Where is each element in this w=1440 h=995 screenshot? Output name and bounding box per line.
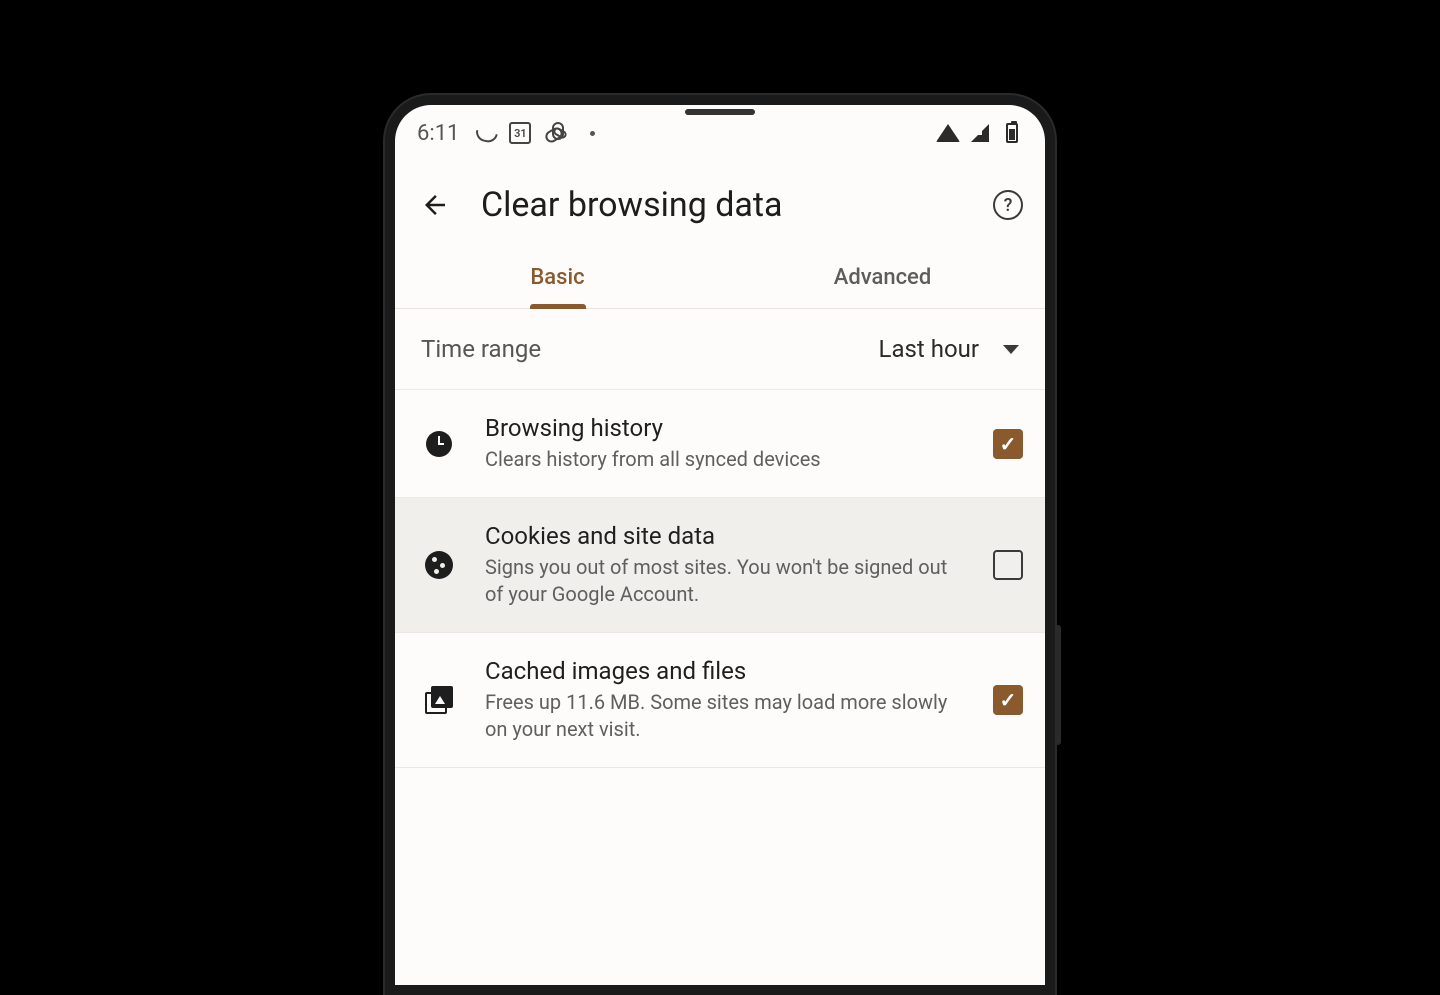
chevron-down-icon bbox=[1003, 345, 1019, 354]
row-desc: Clears history from all synced devices bbox=[485, 446, 969, 473]
more-notifications-dot-icon bbox=[581, 122, 603, 144]
arrow-left-icon bbox=[420, 190, 450, 220]
cookie-icon bbox=[417, 551, 461, 579]
checkbox-cached-images[interactable]: ✓ bbox=[993, 685, 1023, 715]
time-range-row: Time range Last hour bbox=[395, 309, 1045, 390]
time-range-dropdown[interactable]: Last hour bbox=[879, 335, 1019, 363]
row-title: Browsing history bbox=[485, 414, 969, 442]
checkbox-browsing-history[interactable]: ✓ bbox=[993, 429, 1023, 459]
clock-icon bbox=[417, 431, 461, 457]
row-text: Cached images and files Frees up 11.6 MB… bbox=[485, 657, 969, 743]
time-range-label: Time range bbox=[421, 335, 541, 363]
status-bar: 6:11 31 bbox=[395, 105, 1045, 157]
tab-advanced-label: Advanced bbox=[834, 265, 932, 290]
check-icon: ✓ bbox=[1000, 688, 1017, 712]
help-icon: ? bbox=[1004, 195, 1013, 216]
row-browsing-history[interactable]: Browsing history Clears history from all… bbox=[395, 390, 1045, 498]
tab-advanced[interactable]: Advanced bbox=[720, 249, 1045, 308]
phone-frame: 6:11 31 Clear browsing data bbox=[385, 95, 1055, 995]
time-range-value: Last hour bbox=[879, 335, 979, 363]
missed-call-icon bbox=[473, 122, 495, 144]
fan-icon bbox=[545, 122, 567, 144]
row-cached-images[interactable]: Cached images and files Frees up 11.6 MB… bbox=[395, 633, 1045, 768]
cell-signal-icon bbox=[969, 122, 991, 144]
row-cookies[interactable]: Cookies and site data Signs you out of m… bbox=[395, 498, 1045, 633]
row-text: Cookies and site data Signs you out of m… bbox=[485, 522, 969, 608]
status-left: 6:11 31 bbox=[417, 121, 603, 146]
row-title: Cookies and site data bbox=[485, 522, 969, 550]
phone-side-button bbox=[1055, 625, 1061, 745]
status-right bbox=[937, 122, 1023, 144]
calendar-icon: 31 bbox=[509, 122, 531, 144]
status-time: 6:11 bbox=[417, 121, 459, 146]
row-text: Browsing history Clears history from all… bbox=[485, 414, 969, 473]
screen: 6:11 31 Clear browsing data bbox=[395, 105, 1045, 985]
battery-icon bbox=[1001, 122, 1023, 144]
page-title: Clear browsing data bbox=[481, 185, 965, 225]
row-desc: Signs you out of most sites. You won't b… bbox=[485, 554, 969, 608]
header: Clear browsing data ? bbox=[395, 157, 1045, 249]
image-stack-icon bbox=[417, 686, 461, 714]
help-button[interactable]: ? bbox=[993, 190, 1023, 220]
checkbox-cookies[interactable] bbox=[993, 550, 1023, 580]
row-title: Cached images and files bbox=[485, 657, 969, 685]
tab-basic[interactable]: Basic bbox=[395, 249, 720, 308]
tabs: Basic Advanced bbox=[395, 249, 1045, 309]
tab-basic-label: Basic bbox=[530, 265, 584, 290]
row-desc: Frees up 11.6 MB. Some sites may load mo… bbox=[485, 689, 969, 743]
back-button[interactable] bbox=[417, 187, 453, 223]
wifi-icon bbox=[937, 122, 959, 144]
check-icon: ✓ bbox=[1000, 432, 1017, 456]
